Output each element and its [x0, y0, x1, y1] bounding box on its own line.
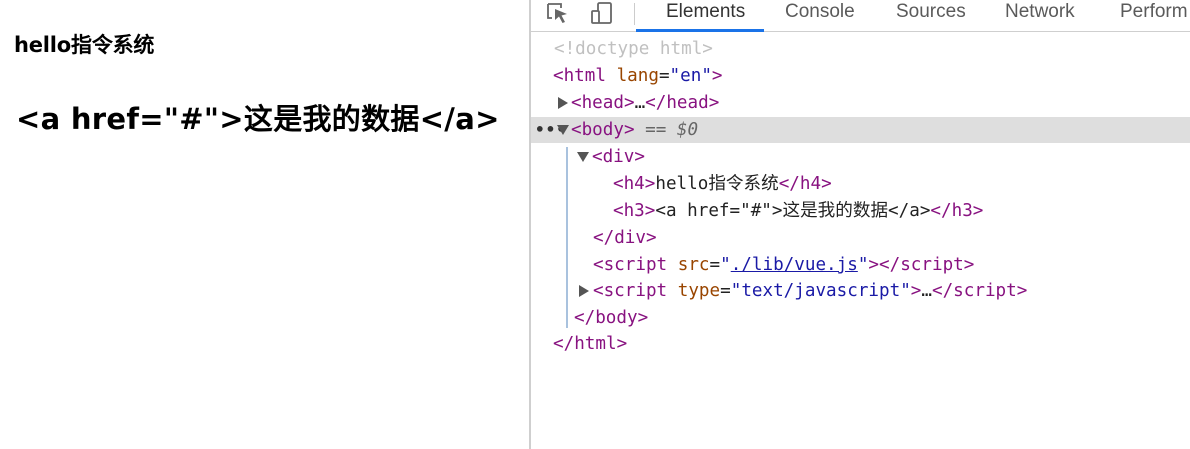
script2-close-tag-name: script [953, 281, 1017, 301]
tree-node-script-inline[interactable]: <script type="text/javascript">…</script… [531, 278, 1190, 304]
elements-tree: <!doctype html> <html lang="en"> <head>…… [531, 32, 1190, 449]
div-tag-name: div [602, 147, 635, 167]
devtools-panel: Elements Console Sources Network Perform… [531, 0, 1190, 449]
collapse-arrow-icon[interactable] [557, 125, 569, 135]
tab-sources[interactable]: Sources [896, 0, 966, 32]
tree-node-doctype[interactable]: <!doctype html> [531, 36, 1190, 62]
head-tag-name: head [581, 93, 624, 113]
toolbar-separator [634, 3, 635, 25]
doctype-text: <!doctype html> [554, 39, 713, 59]
script-ellipsis: … [921, 281, 932, 301]
h4-close-tag-name: h4 [799, 174, 822, 194]
script-close-tag-name: script [900, 255, 964, 275]
html-close-tag-name: html [574, 334, 617, 354]
html-tag-name: html [563, 66, 606, 86]
tree-node-script-src[interactable]: <script src="./lib/vue.js"></script> [531, 252, 1190, 278]
expand-arrow-icon[interactable] [558, 97, 568, 109]
h4-text-content: hello指令系统 [655, 174, 779, 194]
body-tag-name: body [581, 120, 624, 140]
tree-node-head[interactable]: <head>…</head> [531, 90, 1190, 116]
head-ellipsis: … [634, 93, 646, 113]
tab-network[interactable]: Network [1005, 0, 1075, 32]
tree-node-div-close[interactable]: </div> [531, 225, 1190, 251]
page-viewport: hello指令系统 <a href="#">这是我的数据</a> [0, 0, 529, 449]
div-close-tag-name: div [614, 228, 646, 248]
script-type-attr: type [677, 281, 721, 301]
tab-elements[interactable]: Elements [666, 0, 745, 32]
devtools-toolbar: Elements Console Sources Network Perform [531, 0, 1190, 32]
script2-tag-name: script [603, 281, 668, 301]
html-lang-value: en [680, 66, 702, 86]
h4-tag-name: h4 [623, 174, 645, 194]
script-tag-name: script [603, 255, 668, 275]
tree-node-body-close[interactable]: </body> [531, 305, 1190, 331]
script-src-attr: src [677, 255, 710, 275]
collapse-arrow-icon[interactable] [577, 152, 589, 162]
html-lang-attr: lang [616, 66, 659, 86]
h3-tag-name: h3 [623, 201, 645, 221]
script-type-value: text/javascript [741, 281, 901, 301]
tree-node-html[interactable]: <html lang="en"> [531, 63, 1190, 89]
tab-performance[interactable]: Perform [1120, 0, 1188, 32]
tree-node-h4[interactable]: <h4>hello指令系统</h4> [531, 171, 1190, 197]
script-src-link[interactable]: ./lib/vue.js [731, 255, 858, 275]
tree-node-h3[interactable]: <h3><a href="#">这是我的数据</a></h3> [531, 198, 1190, 224]
inspect-element-icon[interactable] [543, 0, 573, 26]
tree-node-html-close[interactable]: </html> [531, 331, 1190, 357]
tab-console[interactable]: Console [785, 0, 855, 32]
page-h3-heading: <a href="#">这是我的数据</a> [16, 102, 500, 136]
page-h4-heading: hello指令系统 [14, 33, 155, 57]
h3-close-tag-name: h3 [951, 201, 973, 221]
h3-text-content: <a href="#">这是我的数据</a> [655, 201, 931, 221]
expand-arrow-icon[interactable] [579, 285, 589, 297]
tree-node-div[interactable]: <div> [531, 144, 1190, 170]
selected-node-ref: == $0 [645, 120, 699, 140]
head-close-tag-name: head [666, 93, 709, 113]
body-close-tag-name: body [595, 308, 638, 328]
device-toolbar-icon[interactable] [587, 0, 617, 26]
tree-node-body-selected[interactable]: ••• <body> == $0 [531, 117, 1190, 143]
